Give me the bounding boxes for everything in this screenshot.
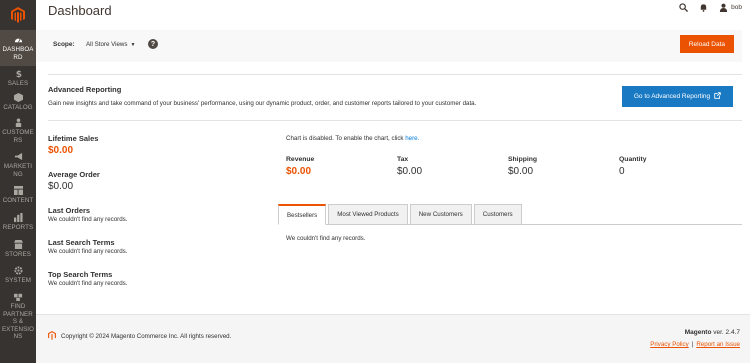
report-issue-link[interactable]: Report an Issue [696, 341, 740, 348]
nav-label: CATALOG [3, 103, 33, 111]
nav-item-reports[interactable]: REPORTS [0, 208, 36, 236]
average-order-value: $0.00 [48, 181, 74, 192]
quantity-value: 0 [619, 166, 625, 177]
search-icon[interactable] [679, 3, 689, 12]
scope-bar: Scope: All Store Views ▼ ? Reload Data [36, 30, 742, 62]
megaphone-icon [14, 152, 23, 162]
footer-version: Magento ver. 2.4.7 [685, 329, 740, 336]
shipping-label: Shipping [508, 156, 538, 163]
advanced-reporting-button[interactable]: Go to Advanced Reporting [622, 86, 733, 107]
quantity-label: Quantity [619, 156, 647, 163]
lifetime-sales-value: $0.00 [48, 145, 74, 156]
advanced-reporting-title: Advanced Reporting [48, 85, 122, 94]
last-orders-empty: We couldn't find any records. [48, 216, 128, 223]
footer-links: Privacy Policy | Report an Issue [650, 341, 740, 348]
nav-item-catalog[interactable]: CATALOG [0, 90, 36, 114]
revenue-value: $0.00 [286, 166, 312, 177]
advanced-reporting-text: Gain new insights and take command of yo… [48, 100, 477, 107]
scope-label: Scope: [53, 41, 75, 48]
tax-value: $0.00 [397, 166, 423, 177]
main-content: Dashboard bob Scope: All Store Views ▼ ?… [36, 0, 750, 363]
nav-item-dashboard[interactable]: DASHBOA RD [0, 30, 36, 66]
cube-icon [13, 92, 23, 103]
footer-separator: | [691, 341, 694, 348]
nav-item-marketing[interactable]: MARKETI NG [0, 148, 36, 182]
last-search-terms-label: Last Search Terms [48, 238, 115, 247]
last-orders-label: Last Orders [48, 206, 91, 215]
tab-most-viewed-products[interactable]: Most Viewed Products [328, 204, 408, 225]
magento-logo-small-icon [48, 331, 56, 342]
tab-bestsellers[interactable]: Bestsellers [278, 204, 327, 225]
bell-icon[interactable] [699, 3, 708, 12]
dollar-icon: $ [14, 69, 23, 80]
scope-value: All Store Views [86, 41, 128, 48]
advanced-reporting-button-label: Go to Advanced Reporting [633, 93, 711, 100]
nav-item-find-partners[interactable]: FIND PARTNER S & EXTENSIO NS [0, 288, 36, 343]
nav-item-system[interactable]: SYSTEM [0, 262, 36, 288]
enable-chart-link[interactable]: here. [405, 135, 419, 142]
divider [48, 120, 742, 121]
magento-logo-icon [11, 7, 25, 23]
nav-label: SALES [7, 79, 29, 87]
top-search-terms-label: Top Search Terms [48, 270, 113, 279]
divider [48, 74, 742, 75]
nav-label: DASHBOA RD [2, 46, 34, 61]
bar-chart-icon [13, 212, 23, 223]
chart-disabled-note: Chart is disabled. To enable the chart, … [286, 135, 419, 142]
magento-logo[interactable] [0, 0, 36, 30]
footer-copyright: Copyright © 2024 Magento Commerce Inc. A… [48, 331, 231, 342]
layout-icon [13, 185, 23, 196]
user-menu[interactable]: bob [719, 3, 742, 12]
nav-item-content[interactable]: CONTENT [0, 182, 36, 208]
average-order-label: Average Order [48, 170, 100, 179]
nav-item-customers[interactable]: CUSTOME RS [0, 114, 36, 148]
nav-label: CUSTOME RS [2, 129, 34, 144]
help-icon[interactable]: ? [148, 39, 158, 49]
user-name: bob [731, 4, 742, 11]
admin-sidebar: DASHBOA RD $ SALES CATALOG CUSTOME RS MARK… [0, 0, 36, 363]
puzzle-icon [13, 292, 23, 302]
nav-label: MARKETI NG [3, 163, 33, 178]
reload-data-button[interactable]: Reload Data [679, 35, 734, 53]
footer-brand: Magento [684, 329, 712, 336]
tab-new-customers[interactable]: New Customers [409, 204, 472, 225]
copyright-text: Copyright © 2024 Magento Commerce Inc. A… [61, 333, 232, 340]
top-search-terms-empty: We couldn't find any records. [48, 280, 128, 287]
person-icon [14, 118, 23, 128]
chart-note-text: Chart is disabled. To enable the chart, … [286, 135, 406, 142]
store-icon [13, 239, 23, 250]
tax-label: Tax [397, 156, 409, 163]
external-link-icon [714, 92, 721, 101]
svg-text:$: $ [15, 70, 21, 78]
nav-label: CONTENT [2, 196, 34, 204]
dashboard-tabs: Bestsellers Most Viewed Products New Cus… [278, 204, 522, 225]
lifetime-sales-label: Lifetime Sales [48, 134, 99, 143]
nav-label: FIND PARTNER S & EXTENSIO NS [1, 303, 35, 340]
gear-icon [13, 266, 23, 276]
version-text: ver. 2.4.7 [711, 329, 740, 336]
caret-down-icon: ▼ [130, 41, 136, 48]
dashboard-icon [14, 35, 23, 45]
privacy-policy-link[interactable]: Privacy Policy [650, 341, 689, 348]
page-title: Dashboard [48, 3, 112, 18]
scope-select[interactable]: All Store Views ▼ [86, 41, 135, 48]
tab-content-empty: We couldn't find any records. [286, 235, 366, 242]
shipping-value: $0.00 [508, 166, 534, 177]
page-footer: Copyright © 2024 Magento Commerce Inc. A… [36, 314, 750, 363]
nav-item-sales[interactable]: $ SALES [0, 66, 36, 90]
nav-label: STORES [5, 250, 31, 258]
user-icon [719, 3, 728, 12]
revenue-label: Revenue [286, 156, 315, 163]
header-actions: bob [679, 3, 742, 12]
nav-label: REPORTS [2, 223, 34, 231]
nav-item-stores[interactable]: STORES [0, 236, 36, 262]
tab-customers[interactable]: Customers [473, 204, 522, 225]
nav-label: SYSTEM [4, 276, 32, 284]
last-search-terms-empty: We couldn't find any records. [48, 248, 128, 255]
